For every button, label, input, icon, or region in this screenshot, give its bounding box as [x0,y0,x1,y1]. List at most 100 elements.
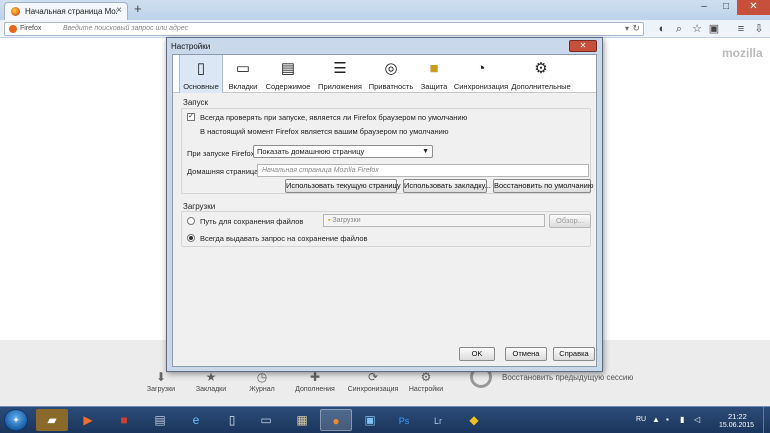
when-start-select[interactable]: Показать домашнюю страницу ▼ [253,145,433,158]
network-icon[interactable]: ▮ [680,415,684,424]
taskbar-photoshop[interactable]: Ps [388,409,420,431]
media-icon: ▶ [83,413,93,427]
launcher-settings[interactable]: ⚙ Настройки [401,370,451,393]
search-engine-icon[interactable]: ◐ [655,22,669,36]
pane-selector: ▯ Основные ▭ Вкладки ▤ Содержимое ☰ Прил… [173,55,596,93]
tab-close-icon[interactable]: × [116,5,122,16]
homepage-label: Домашняя страница: [187,167,261,176]
download-icon: ⬇ [155,370,167,384]
url-bar[interactable]: Firefox Введите поисковый запрос или адр… [4,22,644,36]
taskbar-internet-explorer[interactable]: e [180,409,212,431]
gear-icon: ⚙ [420,370,432,384]
taskbar-app-6[interactable]: ▣ [354,409,386,431]
restore-default-button[interactable]: Восстановить по умолчанию [493,179,594,193]
bookmark-star-icon[interactable]: ☆ [690,22,704,36]
dialog-close-button[interactable]: ✕ [569,40,597,52]
general-icon: ▯ [196,60,206,77]
download-folder-field: ▪ Загрузки [323,214,545,227]
taskbar-security[interactable]: ◆ [458,409,490,431]
pane-security[interactable]: ■ Защита [417,55,451,93]
when-start-value: Показать домашнюю страницу [257,147,365,156]
gear-icon: ⚙ [534,60,548,77]
shield-icon: ◆ [469,413,479,427]
clock-date[interactable]: 15.06.2015 [719,422,754,429]
privacy-icon: ◎ [384,60,398,77]
taskbar-app-5[interactable]: ▦ [286,409,318,431]
when-start-label: При запуске Firefox: [187,149,257,158]
identity-label: Firefox [20,25,42,32]
use-current-page-button[interactable]: Использовать текущую страницу [285,179,401,193]
launcher-addons[interactable]: ✚ Дополнения [290,370,340,393]
reload-icon[interactable]: ↻ [632,23,640,34]
taskbar-explorer[interactable]: ▰ [36,409,68,431]
tray-app-icon[interactable]: ▪ [666,415,669,424]
language-indicator[interactable]: RU [636,416,646,423]
taskbar-app-2[interactable]: ▤ [144,409,176,431]
pane-content[interactable]: ▤ Содержимое [263,55,313,93]
is-default-text: В настоящий момент Firefox является ваши… [200,127,449,136]
window-close-button[interactable]: ✕ [737,0,770,15]
downloads-group-title: Загрузки [183,202,216,211]
bookmark-icon: ★ [205,370,217,384]
sync-icon: ⟳ [367,370,379,384]
lock-icon: ■ [429,60,439,77]
taskbar: ✦ ▰ ▶ ■ ▤ e ▯ ▭ ▦ ● ▣ Ps Lr ◆ RU ▲ ▪ ▮ ◁… [0,406,770,433]
use-bookmark-button[interactable]: Использовать закладку... [403,179,491,193]
browse-button[interactable]: Обзор... [549,214,591,228]
always-ask-radio[interactable] [187,234,195,242]
addons-icon: ✚ [309,370,321,384]
search-icon[interactable]: ⌕ [672,22,686,36]
lightroom-icon: Lr [433,416,442,426]
options-dialog: Настройки ✕ ▯ Основные ▭ Вкладки ▤ Содер… [166,37,603,372]
menu-icon[interactable]: ≡ [734,22,748,36]
content-icon: ▤ [280,60,296,77]
dialog-body: ▯ Основные ▭ Вкладки ▤ Содержимое ☰ Прил… [172,54,597,367]
dropdown-arrow-icon[interactable]: ▾ [625,24,629,33]
ok-button[interactable]: OK [459,347,495,361]
check-default-checkbox[interactable]: ✓ [187,113,195,121]
sync-icon: ◔ [476,60,486,77]
mozilla-logo: mozilla [722,46,763,60]
history-icon: ◷ [256,370,268,384]
taskbar-app-1[interactable]: ■ [108,409,140,431]
launcher-downloads[interactable]: ⬇ Загрузки [136,370,186,393]
taskbar-media-player[interactable]: ▶ [72,409,104,431]
pane-tabs[interactable]: ▭ Вкладки [225,55,261,93]
new-tab-button[interactable]: + [134,1,142,16]
help-button[interactable]: Справка [553,347,595,361]
check-default-label: Всегда проверять при запуске, является л… [200,113,468,122]
pane-privacy[interactable]: ◎ Приватность [367,55,415,93]
image-icon: ▣ [364,413,376,427]
ie-icon: e [192,413,200,427]
title-bar: Начальная страница Mozi... × + – □ ✕ [0,0,770,20]
window-icon: ▭ [260,413,272,427]
pane-advanced[interactable]: ⚙ Дополнительные [511,55,571,93]
volume-icon[interactable]: ◁ [694,415,700,424]
save-to-radio[interactable] [187,217,195,225]
pane-applications[interactable]: ☰ Приложения [315,55,365,93]
taskbar-firefox[interactable]: ● [320,409,352,431]
pane-general[interactable]: ▯ Основные [179,55,223,93]
tray-arrow-icon[interactable]: ▲ [652,415,660,424]
bookmarks-menu-icon[interactable]: ▣ [707,22,721,36]
pane-sync[interactable]: ◔ Синхронизация [453,55,509,93]
taskbar-app-3[interactable]: ▯ [216,409,248,431]
clock-time[interactable]: 21:22 [728,412,747,421]
taskbar-app-4[interactable]: ▭ [250,409,282,431]
launcher-bookmarks[interactable]: ★ Закладки [186,370,236,393]
app-icon: ▦ [296,413,308,427]
navigation-toolbar: Firefox Введите поисковый запрос или адр… [0,20,770,38]
tab-start-page[interactable]: Начальная страница Mozi... × [4,2,128,20]
start-button[interactable]: ✦ [4,409,28,431]
downloads-icon[interactable]: ⇩ [752,22,766,36]
maximize-button[interactable]: □ [715,0,737,15]
cancel-button[interactable]: Отмена [505,347,547,361]
photoshop-icon: Ps [398,416,410,426]
app-icon: ■ [120,413,128,427]
show-desktop-button[interactable] [763,407,770,433]
launcher-sync[interactable]: ⟳ Синхронизация [345,370,401,393]
minimize-button[interactable]: – [693,0,715,15]
taskbar-lightroom[interactable]: Lr [422,409,454,431]
homepage-input[interactable]: Начальная страница Mozilla Firefox [257,164,589,177]
launcher-history[interactable]: ◷ Журнал [237,370,287,393]
